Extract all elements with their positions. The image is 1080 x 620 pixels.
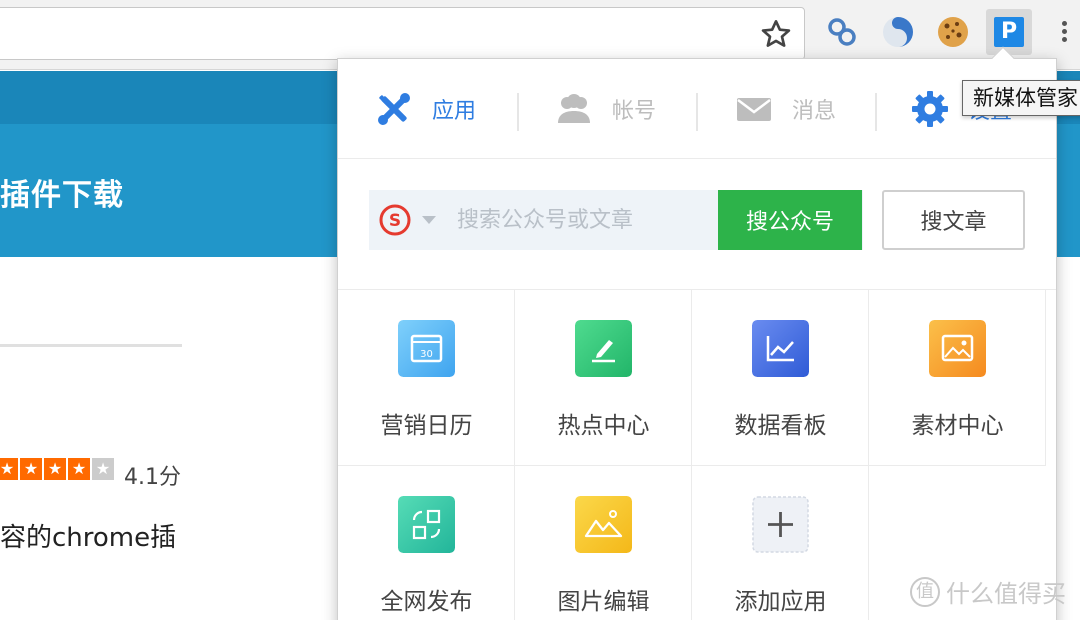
caret-down-icon[interactable] [421,214,437,226]
bookmark-star-icon[interactable] [760,18,792,50]
app-label: 添加应用 [734,589,827,615]
extension-tooltip: 新媒体管家 [962,80,1080,116]
gear-icon [912,91,948,127]
tab-messages[interactable]: 消息 [734,87,836,131]
app-label: 全网发布 [380,589,473,615]
rating-score: 4.1分 [124,465,181,490]
publish-icon [398,496,455,553]
app-publish-all[interactable]: 全网发布 [338,466,515,620]
tab-apps[interactable]: 应用 [374,87,476,131]
star-icon: ★ [20,458,42,480]
new-media-manager-extension-icon[interactable]: P [986,9,1032,55]
sogou-icon[interactable]: S [379,204,411,236]
popup-nav: 应用 帐号 消息 [338,59,1056,159]
pen-icon [575,320,632,377]
app-grid: 30 营销日历 热点中心 数据看板 素材中心 全网发布 图片编辑 添加应用 [338,289,1056,620]
star-icon: ★ [44,458,66,480]
s-extension-icon[interactable] [880,14,916,50]
app-marketing-calendar[interactable]: 30 营销日历 [338,290,515,466]
tab-messages-label: 消息 [792,99,837,124]
tab-apps-label: 应用 [432,99,477,124]
star-icon: ★ [0,458,18,480]
p-logo: P [994,17,1024,47]
app-data-dashboard[interactable]: 数据看板 [692,290,869,466]
mail-icon [737,98,771,121]
rating-stars: ★ ★ ★ ★ ★ [0,458,114,480]
app-image-editor[interactable]: 图片编辑 [515,466,692,620]
users-icon [558,94,590,123]
star-icon: ★ [68,458,90,480]
app-label: 热点中心 [557,413,650,439]
app-label: 营销日历 [380,413,473,439]
chart-icon [752,320,809,377]
star-empty-icon: ★ [92,458,114,480]
search-article-button[interactable]: 搜文章 [882,190,1025,250]
plus-icon [752,496,809,553]
extension-description: 容的chrome插 [0,523,177,553]
app-label: 数据看板 [734,413,827,439]
app-label: 素材中心 [911,413,1004,439]
watermark-logo-icon: 值 [910,576,940,607]
nav-divider [875,93,877,131]
calendar-icon: 30 [398,320,455,377]
search-account-button[interactable]: 搜公众号 [718,190,862,250]
svg-text:S: S [389,211,401,231]
hero-title: 插件下载 [0,178,124,213]
app-hot-topics[interactable]: 热点中心 [515,290,692,466]
link-extension-icon[interactable] [824,14,860,50]
tab-accounts-label: 帐号 [612,99,657,124]
browser-menu-icon[interactable] [1056,18,1072,50]
app-add-application[interactable]: 添加应用 [692,466,869,620]
nav-divider [696,93,698,131]
nav-divider [517,93,519,131]
app-label: 图片编辑 [557,589,650,615]
address-bar[interactable] [0,7,805,60]
search-input[interactable] [457,190,717,250]
mountain-icon [575,496,632,553]
app-materials-center[interactable]: 素材中心 [869,290,1046,466]
watermark-text: 什么值得买 [946,580,1066,608]
tab-accounts[interactable]: 帐号 [554,87,656,131]
extension-popup: 应用 帐号 消息 S 搜索公众号或文章 搜公众号 搜文章 30 营销日历 热点中… [337,58,1057,620]
tools-icon [378,93,410,125]
page-divider [0,344,182,347]
image-icon [929,320,986,377]
cookie-extension-icon[interactable] [935,14,971,50]
watermark: 值 什么值得买 [910,574,1066,609]
calendar-day-number: 30 [420,349,433,360]
